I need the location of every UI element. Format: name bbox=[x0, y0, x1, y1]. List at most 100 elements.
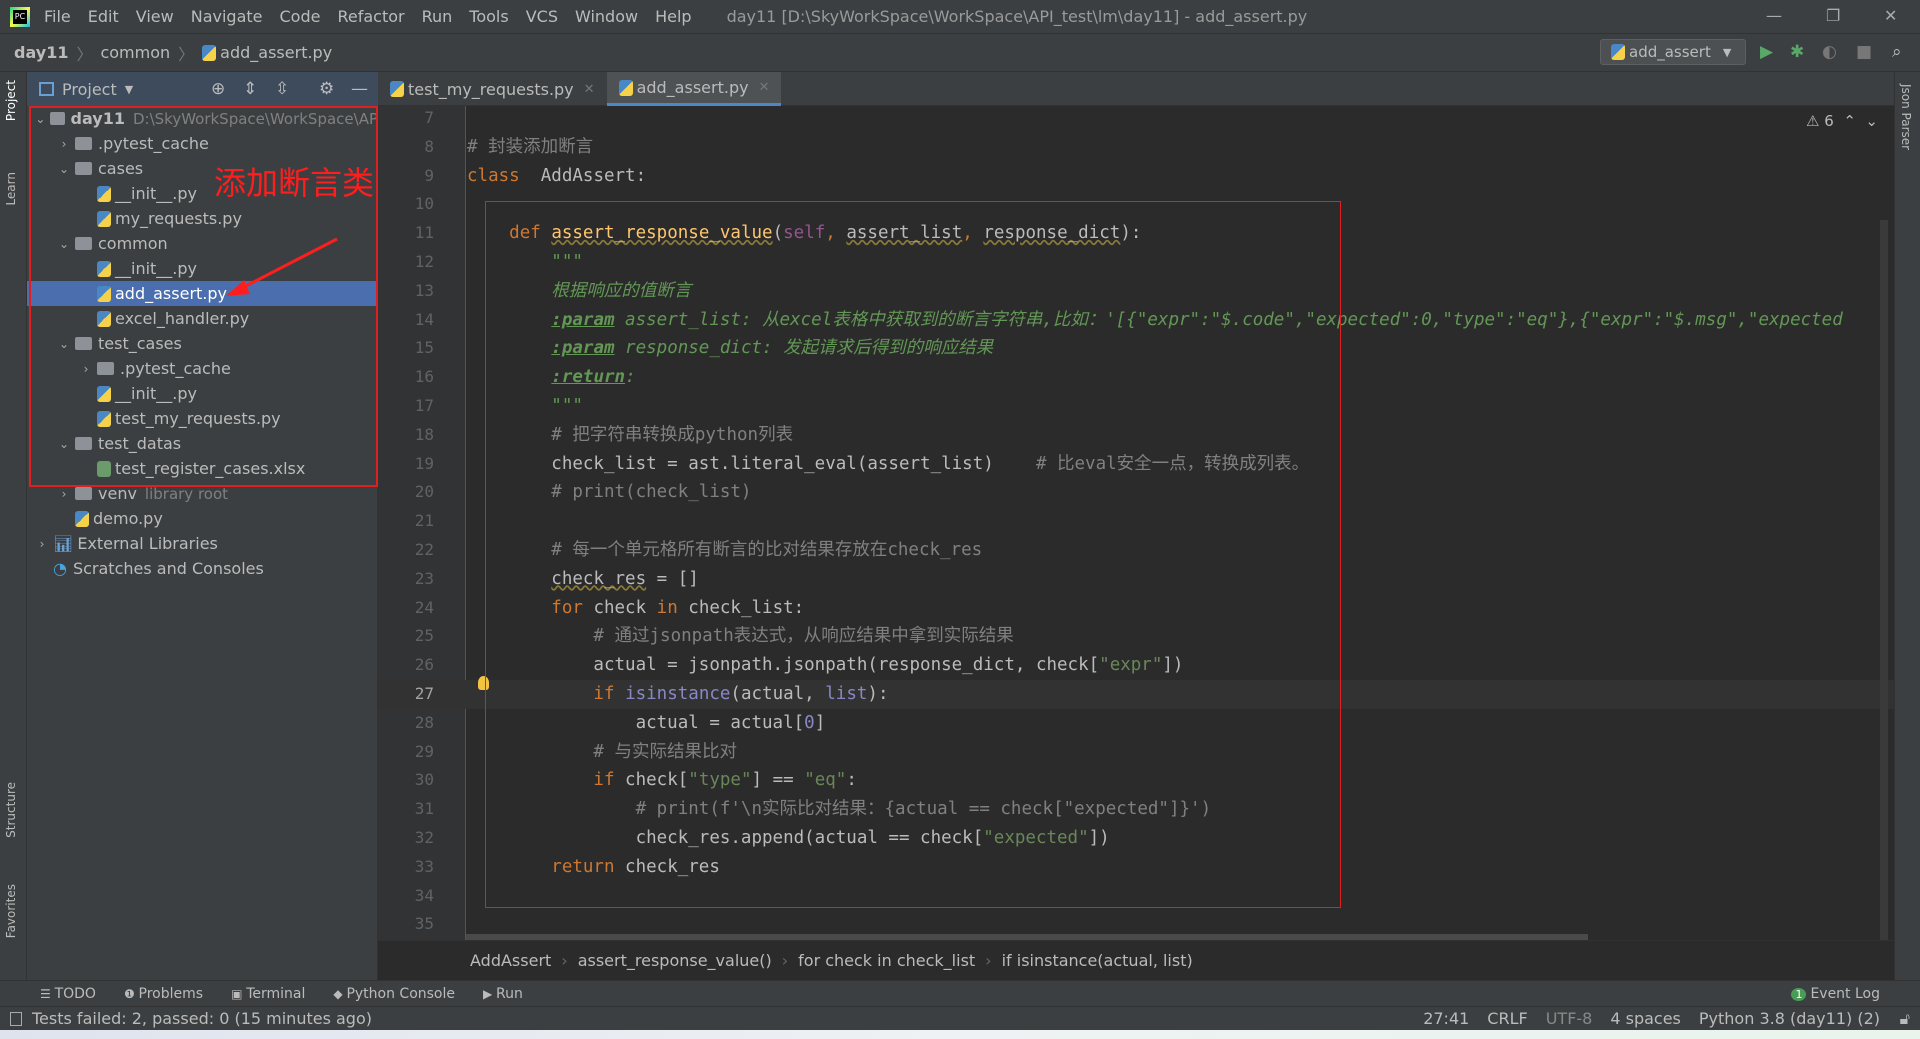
line-number: 15 bbox=[414, 338, 434, 358]
line-separator[interactable]: CRLF bbox=[1487, 1009, 1527, 1028]
line-number: 19 bbox=[414, 453, 434, 473]
line-number: 10 bbox=[414, 194, 434, 214]
stop-icon[interactable]: ■ bbox=[1856, 42, 1872, 62]
code-line[interactable]: 8 # 封装添加断言 bbox=[378, 133, 1894, 162]
menu-help[interactable]: Help bbox=[655, 7, 691, 26]
menu-navigate[interactable]: Navigate bbox=[191, 7, 263, 26]
tree-item[interactable]: ◔ Scratches and Consoles bbox=[27, 556, 378, 581]
annotation-label: 添加断言类 bbox=[214, 164, 375, 202]
editor-scrollbar[interactable] bbox=[1880, 220, 1888, 940]
line-number: 34 bbox=[414, 885, 434, 905]
menu-file[interactable]: File bbox=[44, 7, 71, 26]
tool-window-label: Terminal bbox=[246, 985, 306, 1002]
chevron-right-icon[interactable]: › bbox=[53, 487, 75, 501]
close-tab-icon[interactable]: ✕ bbox=[759, 80, 770, 95]
tool-window-bar: ☰ TODO ❶ Problems ▣ Terminal ◆ Python Conso… bbox=[0, 980, 1920, 1006]
nav-crumb-folder[interactable]: common bbox=[100, 43, 170, 62]
line-number: 22 bbox=[414, 539, 434, 559]
editor-crumb[interactable]: for check in check_list bbox=[798, 951, 975, 970]
tool-window-python-console[interactable]: ◆ Python Console bbox=[333, 986, 455, 1002]
navigation-bar: day11 〉 common 〉 add_assert.py add_assert ▼… bbox=[0, 34, 1920, 72]
tool-window-label: TODO bbox=[54, 985, 96, 1002]
status-bar: Tests failed: 2, passed: 0 (15 minutes a… bbox=[0, 1006, 1920, 1030]
learn-tool-tab[interactable]: Learn bbox=[4, 172, 18, 206]
menu-code[interactable]: Code bbox=[280, 7, 321, 26]
lock-icon[interactable]: 🔓︎ bbox=[1900, 1009, 1910, 1029]
collapse-all-icon[interactable]: ⇳ bbox=[275, 79, 289, 99]
project-tool-tab[interactable]: Project bbox=[4, 80, 18, 121]
tab-test-my-requests-py[interactable]: test_my_requests.py ✕ bbox=[378, 72, 607, 106]
line-number: 30 bbox=[414, 770, 434, 790]
menu-window[interactable]: Window bbox=[575, 7, 638, 26]
minimize-button[interactable]: — bbox=[1766, 6, 1782, 25]
pycharm-logo-icon: PC bbox=[10, 6, 30, 27]
event-log-button[interactable]: 1 Event Log bbox=[1791, 986, 1880, 1002]
status-toggle-icon[interactable] bbox=[10, 1011, 22, 1026]
run-config-select[interactable]: add_assert ▼ bbox=[1600, 39, 1746, 65]
json-parser-tool-tab[interactable]: Json Parser bbox=[1899, 84, 1913, 150]
nav-crumb-project[interactable]: day11 bbox=[14, 43, 68, 62]
python-file-icon bbox=[75, 510, 89, 527]
indent-setting[interactable]: 4 spaces bbox=[1610, 1009, 1681, 1028]
tree-item-hint: library root bbox=[144, 484, 229, 503]
run-icon[interactable]: ▶ bbox=[1760, 42, 1773, 62]
project-panel-title[interactable]: Project bbox=[62, 80, 117, 99]
menu-view[interactable]: View bbox=[136, 7, 174, 26]
project-panel-header: Project ▼ ⊕ ⇕ ⇳ ⚙ — bbox=[27, 72, 378, 106]
tool-window-label: Run bbox=[496, 985, 523, 1002]
tool-window-label: Problems bbox=[138, 985, 204, 1002]
editor-crumb[interactable]: assert_response_value() bbox=[578, 951, 772, 970]
menu-refactor[interactable]: Refactor bbox=[337, 7, 404, 26]
line-number: 12 bbox=[414, 251, 434, 271]
line-number: 11 bbox=[414, 223, 434, 243]
highlight-box-code bbox=[485, 201, 1341, 908]
line-number: 31 bbox=[414, 799, 434, 819]
search-icon[interactable]: ⌕ bbox=[1892, 42, 1902, 62]
favorites-tool-tab[interactable]: Favorites bbox=[4, 884, 18, 938]
close-button[interactable]: ✕ bbox=[1884, 6, 1897, 25]
menu-run[interactable]: Run bbox=[422, 7, 453, 26]
code-line[interactable]: 7 bbox=[378, 104, 1894, 133]
tool-window-todo[interactable]: ☰ TODO bbox=[40, 986, 96, 1002]
code-line[interactable]: 9 class AddAssert: bbox=[378, 162, 1894, 191]
menu-tools[interactable]: Tools bbox=[469, 7, 508, 26]
tool-window-run[interactable]: ▶ Run bbox=[483, 986, 523, 1002]
run-config-label: add_assert bbox=[1629, 43, 1711, 61]
code-token: # 封装添加断言 bbox=[467, 136, 594, 157]
editor-crumb[interactable]: if isinstance(actual, list) bbox=[1002, 951, 1193, 970]
tool-window-problems[interactable]: ❶ Problems bbox=[124, 986, 203, 1002]
editor-crumb[interactable]: AddAssert bbox=[470, 951, 551, 970]
nav-crumb-file[interactable]: add_assert.py bbox=[220, 43, 332, 62]
close-tab-icon[interactable]: ✕ bbox=[584, 82, 595, 97]
line-number: 25 bbox=[414, 626, 434, 646]
todo-icon: ☰ bbox=[40, 986, 55, 1001]
window-title: day11 [D:\SkyWorkSpace\WorkSpace\API_tes… bbox=[726, 7, 1308, 26]
locate-file-icon[interactable]: ⊕ bbox=[211, 79, 225, 99]
menu-vcs[interactable]: VCS bbox=[526, 7, 558, 26]
python-interpreter[interactable]: Python 3.8 (day11) (2) bbox=[1699, 1009, 1880, 1028]
gear-icon[interactable]: ⚙ bbox=[319, 79, 334, 99]
file-encoding[interactable]: UTF-8 bbox=[1546, 1009, 1593, 1028]
caret-position[interactable]: 27:41 bbox=[1423, 1009, 1469, 1028]
restore-button[interactable]: ❐ bbox=[1826, 6, 1840, 25]
editor-breadcrumbs: AddAssert › assert_response_value() › for ch… bbox=[378, 940, 1894, 980]
chevron-right-icon[interactable]: › bbox=[31, 537, 53, 551]
menu-edit[interactable]: Edit bbox=[88, 7, 119, 26]
tree-item[interactable]: › 📊︎ External Libraries bbox=[27, 531, 378, 556]
structure-tool-tab[interactable]: Structure bbox=[4, 782, 18, 838]
line-number: 32 bbox=[414, 827, 434, 847]
status-message[interactable]: Tests failed: 2, passed: 0 (15 minutes a… bbox=[32, 1009, 372, 1028]
expand-all-icon[interactable]: ⇕ bbox=[243, 79, 257, 99]
line-text: # 封装添加断言 bbox=[467, 133, 593, 162]
tree-item[interactable]: demo.py bbox=[27, 506, 378, 531]
tab-add-assert-py[interactable]: add_assert.py ✕ bbox=[606, 72, 782, 106]
debug-icon[interactable]: ✱ bbox=[1790, 42, 1804, 62]
line-number: 21 bbox=[414, 511, 434, 531]
library-icon: 📊︎ bbox=[53, 534, 74, 553]
tool-window-terminal[interactable]: ▣ Terminal bbox=[231, 986, 305, 1002]
line-number: 24 bbox=[414, 597, 434, 617]
coverage-icon[interactable]: ◐ bbox=[1822, 42, 1837, 62]
hide-panel-icon[interactable]: — bbox=[351, 79, 368, 99]
terminal-icon: ▣ bbox=[231, 986, 247, 1001]
tab-label: test_my_requests.py bbox=[408, 79, 574, 99]
